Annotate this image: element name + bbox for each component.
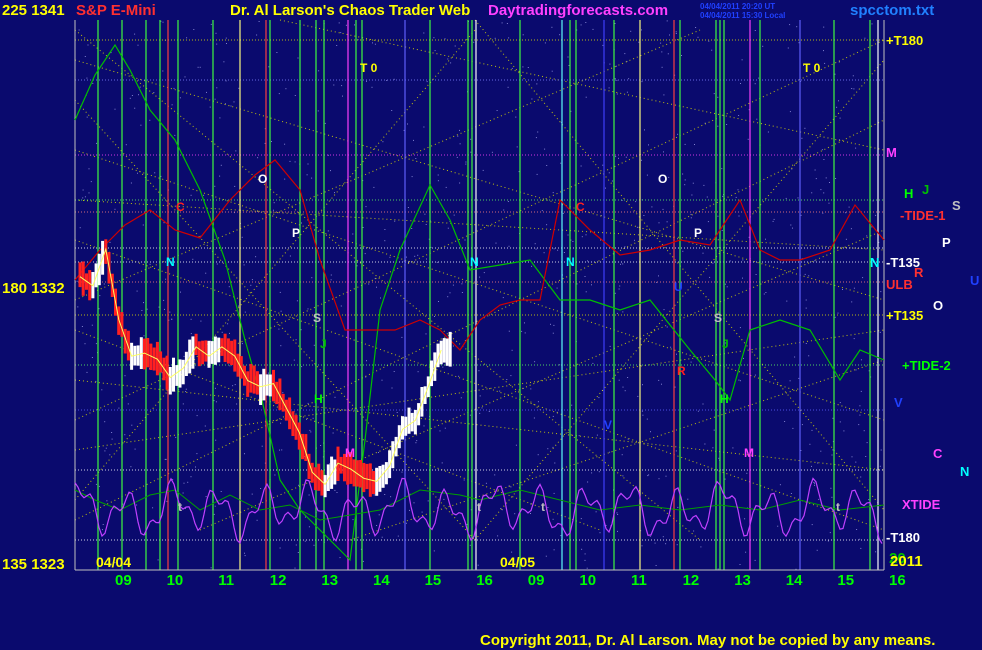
mark-n-3: N <box>566 255 575 269</box>
label-n2: N <box>960 464 970 479</box>
mark-c-1: C <box>176 200 185 214</box>
label-v: V <box>894 395 903 410</box>
mark-n-1: N <box>166 255 175 269</box>
mark-o-2: O <box>658 172 668 186</box>
ticker-label: S&P E-Mini <box>76 2 156 19</box>
file-name: spcctom.txt <box>850 2 935 19</box>
date-label-2: 04/05 <box>500 554 536 570</box>
mark-j-1: J <box>320 337 327 351</box>
x-tick-label: 14 <box>785 572 803 589</box>
stamp-1: 04/04/2011 20:20 UT <box>700 2 776 11</box>
x-tick-label: 11 <box>631 572 647 589</box>
mark-m-2: M <box>744 446 754 460</box>
chart-canvas <box>0 0 982 650</box>
label-t180-bot: -T180 <box>886 530 920 545</box>
label-s: S <box>952 198 961 213</box>
label-r: R <box>914 265 924 280</box>
mark-u-1: U <box>674 280 683 294</box>
mark-s-1: S <box>313 311 322 325</box>
x-tick-label: 12 <box>682 572 700 589</box>
mark-h-1: H <box>314 392 323 406</box>
mark-v-1: V <box>604 418 613 432</box>
x-tick-label: 09 <box>115 572 132 589</box>
mark-t0-a: T 0 <box>360 61 378 75</box>
x-tick-label: 09 <box>527 572 545 589</box>
y-label-top: 225 1341 <box>2 2 65 19</box>
date-label-1: 04/04 <box>96 554 132 570</box>
label-tide2: +TIDE-2 <box>902 358 951 373</box>
mark-o-1: O <box>258 172 268 186</box>
chart-title: Dr. Al Larson's Chaos Trader Web <box>230 2 471 19</box>
label-ulb: ULB <box>886 277 913 292</box>
mark-t-4: t <box>836 500 840 514</box>
x-tick-label: 13 <box>321 572 339 589</box>
mark-j-2: J <box>722 337 729 351</box>
mark-n-2: N <box>470 255 479 269</box>
label-m: M <box>886 145 897 160</box>
mark-s-2: S <box>714 311 723 325</box>
label-xtide: XTIDE <box>902 497 941 512</box>
mark-p-1: P <box>292 226 301 240</box>
x-tick-label: 14 <box>373 572 390 589</box>
mark-m-1: M <box>345 446 355 460</box>
x-tick-label: 10 <box>579 572 597 589</box>
label-c: C <box>933 446 943 461</box>
label-j: J <box>922 182 930 197</box>
label-t180-top: +T180 <box>886 33 924 48</box>
copyright-notice: Copyright 2011, Dr. Al Larson. May not b… <box>480 632 936 649</box>
x-tick-label: 11 <box>218 572 235 589</box>
mark-p-2: P <box>694 226 703 240</box>
label-n: N <box>870 255 880 270</box>
stamp-2: 04/04/2011 15:30 Local <box>700 11 786 20</box>
label-t135-pos: +T135 <box>886 308 924 323</box>
x-tick-label: 13 <box>734 572 751 589</box>
mark-h-2: H <box>720 392 729 406</box>
x-tick-label: 15 <box>424 572 442 589</box>
mark-t0-b: T 0 <box>803 61 821 75</box>
x-tick-label: 16 <box>889 572 906 589</box>
site-name: Daytradingforecasts.com <box>488 2 669 19</box>
y-label-mid: 180 1332 <box>2 280 65 297</box>
x-tick-label: 12 <box>269 572 287 589</box>
label-year: 2011 <box>890 553 923 570</box>
label-u: U <box>970 273 980 288</box>
x-tick-label: 15 <box>837 572 855 589</box>
mark-r-1: R <box>677 364 686 378</box>
x-tick-label: 10 <box>166 572 184 589</box>
mark-t-3: t <box>541 500 545 514</box>
label-tide1: -TIDE-1 <box>900 208 946 223</box>
mark-t-2: t <box>477 500 481 514</box>
label-p: P <box>942 235 951 250</box>
mark-c-2: C <box>576 200 585 214</box>
x-tick-label: 16 <box>476 572 493 589</box>
label-h: H <box>904 186 914 201</box>
y-label-bottom: 135 1323 <box>2 556 65 573</box>
mark-t-1: t <box>178 500 182 514</box>
label-o: O <box>933 298 944 313</box>
